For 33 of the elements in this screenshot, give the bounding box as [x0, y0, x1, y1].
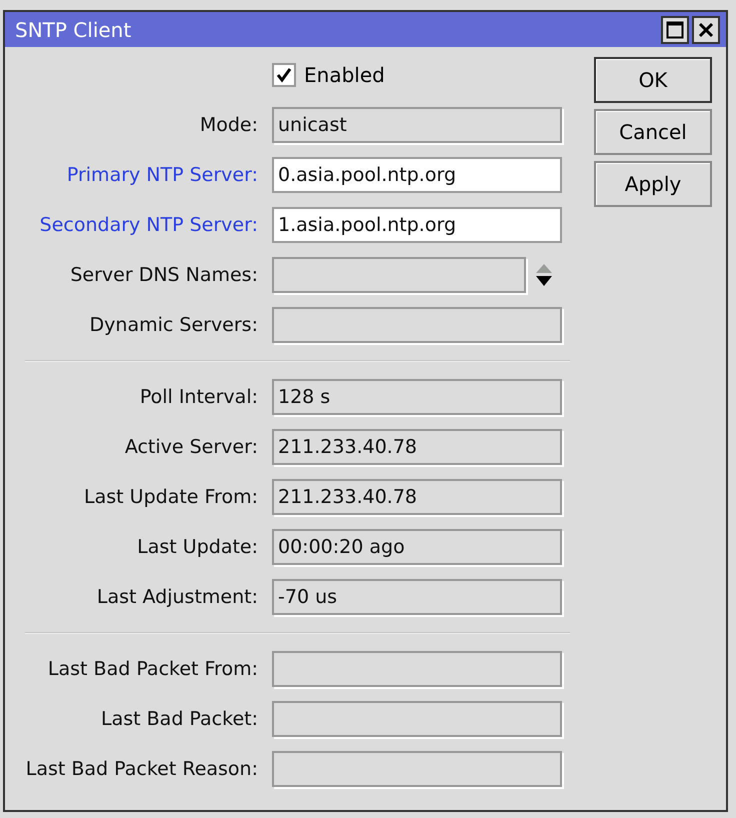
close-icon — [698, 22, 714, 38]
field-label: Last Adjustment: — [96, 586, 258, 608]
close-button[interactable] — [692, 16, 720, 44]
readonly-field: unicast — [272, 107, 562, 143]
window-title: SNTP Client — [15, 18, 132, 42]
field-label: Dynamic Servers: — [88, 314, 258, 336]
readonly-field: 211.233.40.78 — [272, 429, 562, 465]
field-label[interactable]: Secondary NTP Server: — [5, 214, 258, 236]
readonly-field: -70 us — [272, 579, 562, 615]
field-label: Active Server: — [124, 436, 258, 458]
dialog-button[interactable]: Apply — [594, 161, 712, 207]
up-down-arrows-icon[interactable] — [534, 262, 554, 288]
readonly-field: 211.233.40.78 — [272, 479, 562, 515]
readonly-field: 00:00:20 ago — [272, 529, 562, 565]
field-label: Server DNS Names: — [69, 264, 258, 286]
readonly-field: 128 s — [272, 379, 562, 415]
field-label: Last Bad Packet From: — [46, 658, 258, 680]
field-label: Last Update From: — [83, 486, 258, 508]
dialog-button[interactable]: OK — [594, 57, 712, 103]
maximize-button[interactable] — [661, 16, 689, 44]
field-label: Last Bad Packet Reason: — [24, 758, 258, 780]
field-label: Mode: — [198, 114, 258, 136]
input-field[interactable]: 0.asia.pool.ntp.org — [272, 157, 562, 193]
field-label: Last Update: — [136, 536, 258, 558]
maximize-icon — [666, 20, 684, 38]
checkbox-label: Enabled — [304, 63, 385, 87]
input-field[interactable]: 1.asia.pool.ntp.org — [272, 207, 562, 243]
field-label[interactable]: Primary NTP Server: — [5, 164, 258, 186]
field-label: Poll Interval: — [138, 386, 258, 408]
enabled-checkbox[interactable] — [272, 63, 296, 87]
checkmark-icon — [276, 67, 292, 83]
field-label: Last Bad Packet: — [100, 708, 258, 730]
dialog-button[interactable]: Cancel — [594, 109, 712, 155]
